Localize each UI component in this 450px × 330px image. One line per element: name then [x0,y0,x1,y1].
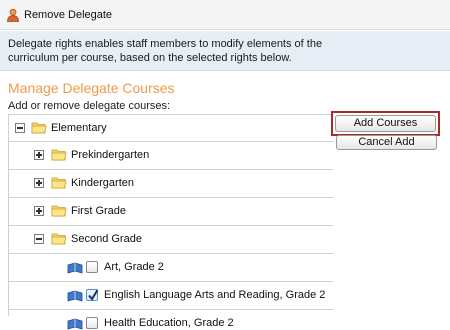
tree-node-label: First Grade [71,205,127,217]
tree-node-second-grade[interactable]: Second Grade [9,226,333,254]
folder-icon [51,177,67,189]
book-icon [67,290,83,302]
tree-node-label: Second Grade [71,233,142,245]
folder-icon [31,122,47,134]
folder-icon [51,149,67,161]
folder-icon [51,205,67,217]
course-item-health[interactable]: Health Education, Grade 2 [9,310,333,330]
course-label: Health Education, Grade 2 [104,317,234,329]
course-label: English Language Arts and Reading, Grade… [104,289,326,301]
tree-node-label: Elementary [51,122,107,134]
cancel-add-button[interactable]: Cancel Add [336,135,437,150]
expand-icon[interactable] [34,150,44,160]
add-courses-highlight: Add Courses [331,111,440,136]
course-tree: Elementary Prekindergarten Kindergarten … [8,114,333,330]
course-checkbox[interactable] [86,317,98,329]
dialog-title: Remove Delegate [24,9,113,21]
add-courses-button[interactable]: Add Courses [335,115,436,132]
course-label: Art, Grade 2 [104,261,164,273]
section-subtitle: Add or remove delegate courses: [8,100,171,112]
course-checkbox[interactable] [86,289,98,301]
user-icon [7,8,19,22]
info-text-line-1: Delegate rights enables staff members to… [8,38,323,50]
collapse-icon[interactable] [34,234,44,244]
info-panel: Delegate rights enables staff members to… [0,31,450,71]
book-icon [67,318,83,330]
tree-node-elementary[interactable]: Elementary [9,114,333,142]
tree-node-first-grade[interactable]: First Grade [9,198,333,226]
tree-node-kindergarten[interactable]: Kindergarten [9,170,333,198]
section-title: Manage Delegate Courses [8,80,175,96]
course-item-english[interactable]: English Language Arts and Reading, Grade… [9,282,333,310]
course-item-art[interactable]: Art, Grade 2 [9,254,333,282]
tree-node-label: Prekindergarten [71,149,150,161]
expand-icon[interactable] [34,206,44,216]
info-text-line-2: curriculum per course, based on the sele… [8,52,292,64]
dialog-titlebar: Remove Delegate [0,0,450,30]
folder-icon [51,233,67,245]
collapse-icon[interactable] [15,123,25,133]
checkmark-icon [88,289,98,301]
tree-node-label: Kindergarten [71,177,134,189]
expand-icon[interactable] [34,178,44,188]
course-checkbox[interactable] [86,261,98,273]
tree-node-prekindergarten[interactable]: Prekindergarten [9,142,333,170]
book-icon [67,262,83,274]
